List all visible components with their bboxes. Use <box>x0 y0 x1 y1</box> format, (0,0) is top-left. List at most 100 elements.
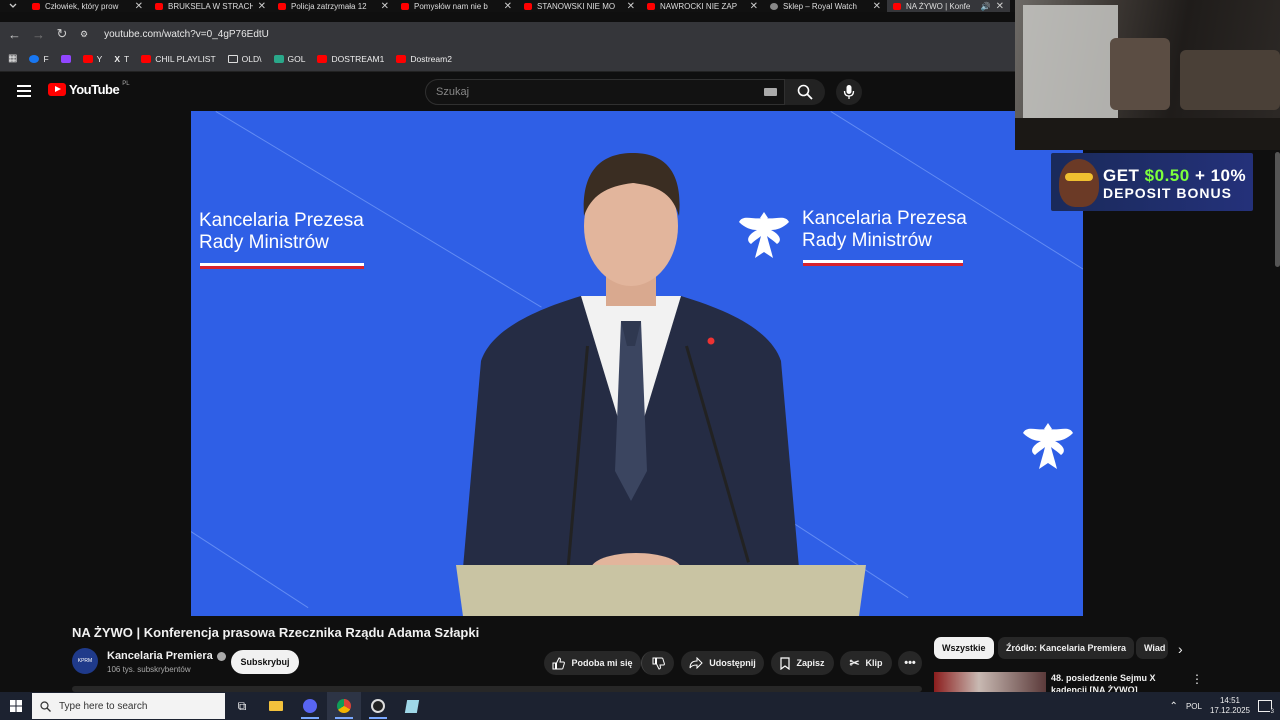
like-button[interactable]: Podoba mi się <box>544 651 641 675</box>
browser-tab[interactable]: Policja zatrzymała 12 ✕ <box>272 0 395 12</box>
voice-search-button[interactable] <box>836 79 862 105</box>
scissors-icon: ✂ <box>849 656 860 670</box>
kprm-caption-right: Kancelaria Prezesa Rady Ministrów <box>802 208 967 251</box>
dislike-button[interactable] <box>641 651 674 675</box>
windows-taskbar: Type here to search ⧉ ⌃ POL 14:51 17.12.… <box>0 692 1280 720</box>
search-input[interactable]: Szukaj <box>425 79 785 105</box>
browser-tab-active[interactable]: NA ŻYWO | Konfe 🔊 ✕ <box>887 0 1010 12</box>
notepad-button[interactable] <box>395 692 429 720</box>
flag-stripe <box>200 263 364 269</box>
chip-news[interactable]: Wiad <box>1136 637 1168 659</box>
clock[interactable]: 14:51 17.12.2025 <box>1210 696 1250 716</box>
channel-name[interactable]: Kancelaria Premiera <box>107 650 226 662</box>
taskbar-search-input[interactable]: Type here to search <box>32 693 225 719</box>
browser-tab-strip: Człowiek, który prow ✕ BRUKSELA W STRACH ✕… <box>0 0 1015 12</box>
close-tab-icon[interactable]: ✕ <box>750 1 758 12</box>
save-button[interactable]: Zapisz <box>771 651 834 675</box>
bookmark-item[interactable]: Y <box>82 54 102 64</box>
apps-grid-icon[interactable]: ▦ <box>8 53 17 64</box>
chip-all[interactable]: Wszystkie <box>934 637 994 659</box>
tab-search-button[interactable] <box>0 0 26 12</box>
search-icon <box>40 700 51 712</box>
close-tab-icon[interactable]: ✕ <box>873 1 881 12</box>
flag-stripe <box>803 260 963 266</box>
bookmark-item[interactable]: XT <box>114 54 129 64</box>
back-arrow-icon[interactable]: ← <box>8 27 21 42</box>
share-arrow-icon <box>689 657 703 669</box>
bookmark-item[interactable] <box>60 54 71 63</box>
reload-icon[interactable]: ↻ <box>56 26 68 42</box>
more-horizontal-icon: ••• <box>904 657 916 669</box>
bookmark-item[interactable]: Dostream2 <box>396 54 452 64</box>
close-tab-icon[interactable]: ✕ <box>504 1 512 12</box>
share-button[interactable]: Udostępnij <box>681 651 764 675</box>
chevron-up-icon[interactable]: ⌃ <box>1170 701 1178 712</box>
hamburger-menu-icon[interactable] <box>17 85 31 97</box>
input-language[interactable]: POL <box>1186 702 1202 711</box>
channel-avatar[interactable]: KPRM <box>72 648 98 674</box>
search-icon <box>797 84 813 100</box>
kprm-caption-left: Kancelaria Prezesa Rady Ministrów <box>199 210 364 253</box>
chrome-button[interactable] <box>327 692 361 720</box>
browser-tab[interactable]: Pomysłów nam nie b ✕ <box>395 0 518 12</box>
globe-favicon-icon <box>770 2 778 10</box>
eagle-emblem-icon <box>1023 423 1073 469</box>
windows-logo-icon <box>10 700 22 712</box>
clip-button[interactable]: ✂ Klip <box>840 651 892 675</box>
bookmark-folder[interactable]: OLD\ <box>227 54 262 64</box>
webcam-overlay <box>1015 0 1280 150</box>
bookmark-item[interactable]: F <box>29 54 49 64</box>
podium <box>456 565 866 616</box>
notification-count: 3 <box>1269 709 1275 715</box>
notepad-icon <box>404 699 420 713</box>
twitch-icon <box>60 54 71 63</box>
youtube-logo[interactable]: YouTube PL <box>48 81 130 97</box>
search-button[interactable] <box>785 79 825 105</box>
folder-icon <box>269 701 283 711</box>
browser-tab[interactable]: Sklep – Royal Watch ✕ <box>764 0 887 12</box>
discord-button[interactable] <box>293 692 327 720</box>
task-view-icon: ⧉ <box>237 698 247 713</box>
browser-tab[interactable]: STANOWSKI NIE MO ✕ <box>518 0 641 12</box>
video-player[interactable]: Kancelaria Prezesa Rady Ministrów Kancel… <box>191 111 1083 616</box>
youtube-favicon-icon <box>401 2 409 10</box>
youtube-icon <box>317 54 328 63</box>
task-view-button[interactable]: ⧉ <box>225 692 259 720</box>
keyboard-icon[interactable] <box>764 88 777 96</box>
subscribe-button[interactable]: Subskrybuj <box>231 650 299 674</box>
close-tab-icon[interactable]: ✕ <box>996 1 1004 12</box>
bookmark-item[interactable]: GOL <box>273 54 305 64</box>
windows-start-button[interactable] <box>0 692 32 720</box>
browser-tab[interactable]: Człowiek, który prow ✕ <box>26 0 149 12</box>
bookmark-item[interactable]: CHIL PLAYLIST <box>141 54 216 64</box>
mascot-icon <box>1059 159 1099 207</box>
page-scrollbar[interactable] <box>1275 152 1280 267</box>
chevron-right-icon[interactable]: › <box>1178 641 1183 657</box>
browser-tab[interactable]: BRUKSELA W STRACH ✕ <box>149 0 272 12</box>
recommended-title[interactable]: 48. posiedzenie Sejmu X kadencji [NA ŻYW… <box>1051 672 1171 692</box>
ad-headline: GET $0.50 + 10% <box>1103 166 1247 185</box>
more-vertical-icon[interactable]: ⋮ <box>1191 672 1203 686</box>
forward-arrow-icon[interactable]: → <box>32 27 45 42</box>
browser-tab[interactable]: NAWROCKI NIE ZAP ✕ <box>641 0 764 12</box>
bonus-ad-banner[interactable]: GET $0.50 + 10% DEPOSIT BONUS <box>1051 153 1253 211</box>
youtube-favicon-icon <box>155 2 163 10</box>
close-tab-icon[interactable]: ✕ <box>381 1 389 12</box>
close-tab-icon[interactable]: ✕ <box>258 1 266 12</box>
url-field[interactable]: youtube.com/watch?v=0_4gP76EdtU <box>104 29 269 40</box>
close-tab-icon[interactable]: ✕ <box>627 1 635 12</box>
discord-icon <box>303 699 317 713</box>
bookmark-item[interactable]: DOSTREAM1 <box>317 54 384 64</box>
site-info-icon[interactable]: ⚙ <box>80 29 88 40</box>
video-title: NA ŻYWO | Konferencja prasowa Rzecznika … <box>72 625 480 640</box>
thumbs-up-icon <box>552 656 566 669</box>
verified-check-icon <box>216 651 226 661</box>
more-actions-button[interactable]: ••• <box>898 651 922 675</box>
obs-button[interactable] <box>361 692 395 720</box>
close-tab-icon[interactable]: ✕ <box>135 1 143 12</box>
file-explorer-button[interactable] <box>259 692 293 720</box>
recommended-thumbnail[interactable] <box>934 672 1046 692</box>
chip-source-channel[interactable]: Źródło: Kancelaria Premiera <box>998 637 1135 659</box>
speaker-icon[interactable]: 🔊 <box>981 2 991 11</box>
notification-icon[interactable]: 3 <box>1258 700 1275 715</box>
